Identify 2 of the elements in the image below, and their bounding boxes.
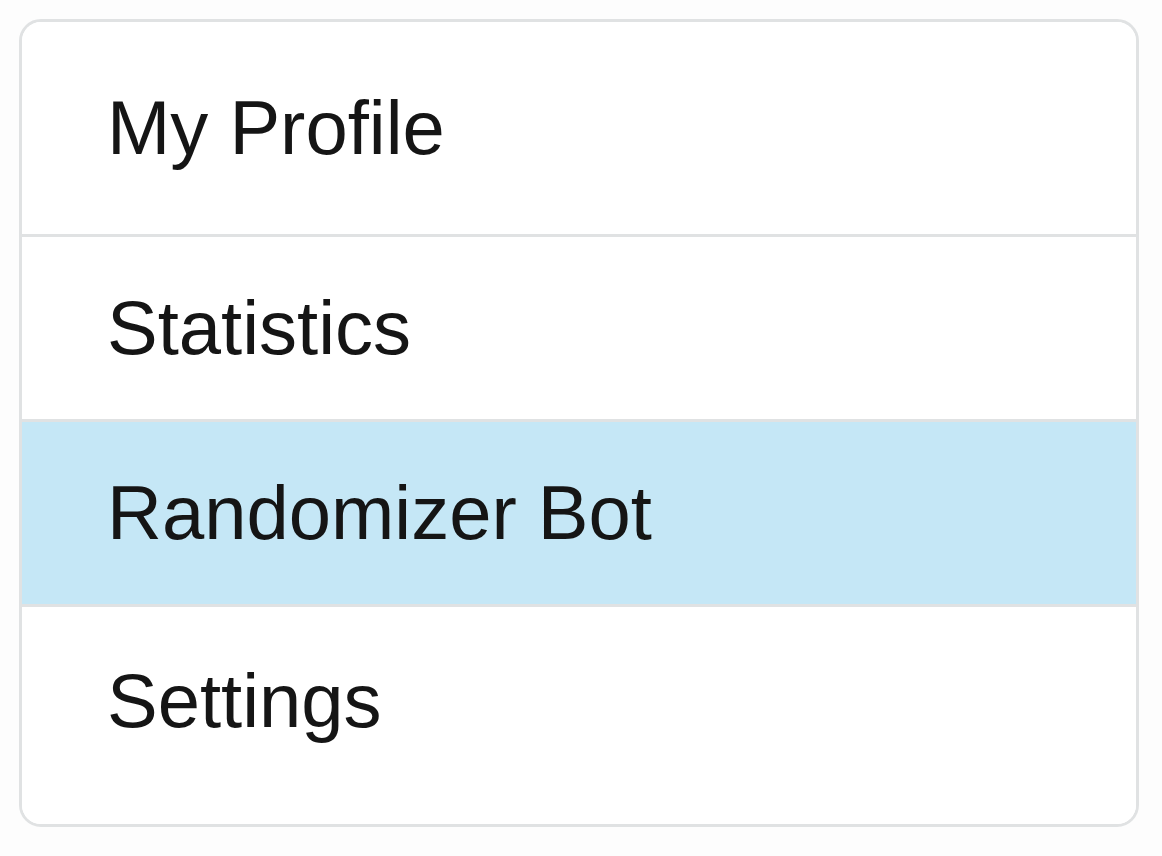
menu-item[interactable]: Randomizer Bot [22,419,1136,604]
menu-item[interactable]: Settings [22,604,1136,824]
